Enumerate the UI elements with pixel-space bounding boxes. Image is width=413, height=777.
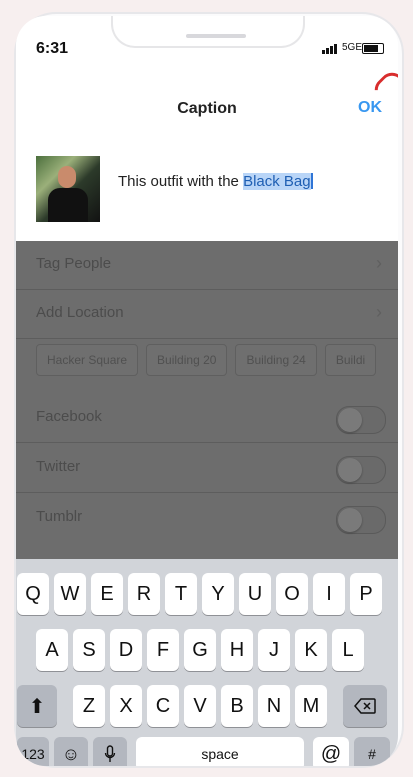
key-j[interactable]: J bbox=[258, 629, 290, 671]
key-i[interactable]: I bbox=[313, 573, 345, 615]
share-row-tumblr: Tumblr bbox=[16, 494, 398, 542]
add-location-label: Add Location bbox=[36, 304, 124, 321]
status-bar: 6:31 5GE bbox=[16, 16, 398, 78]
key-g[interactable]: G bbox=[184, 629, 216, 671]
caption-nav-bar: Caption OK bbox=[16, 86, 398, 137]
post-thumbnail bbox=[36, 156, 100, 222]
key-s[interactable]: S bbox=[73, 629, 105, 671]
phone-screen: 6:31 5GE Caption OK This outfit with the… bbox=[16, 16, 398, 766]
share-label: Twitter bbox=[36, 458, 81, 475]
shift-key[interactable]: ⬆ bbox=[17, 685, 57, 727]
key-w[interactable]: W bbox=[54, 573, 86, 615]
microphone-icon bbox=[104, 745, 116, 762]
network-type: 5GE bbox=[342, 42, 363, 53]
key-h[interactable]: H bbox=[221, 629, 253, 671]
key-k[interactable]: K bbox=[295, 629, 327, 671]
key-u[interactable]: U bbox=[239, 573, 271, 615]
location-suggestions: Hacker Square Building 20 Building 24 Bu… bbox=[36, 344, 377, 376]
location-chip[interactable]: Building 24 bbox=[235, 344, 317, 376]
key-e[interactable]: E bbox=[91, 573, 123, 615]
speaker-grille bbox=[186, 34, 246, 38]
location-chip[interactable]: Building 20 bbox=[146, 344, 228, 376]
key-v[interactable]: V bbox=[184, 685, 216, 727]
emoji-key[interactable]: ☺ bbox=[54, 737, 88, 766]
key-d[interactable]: D bbox=[110, 629, 142, 671]
numbers-key[interactable]: 123 bbox=[17, 737, 49, 766]
space-key[interactable]: space bbox=[136, 737, 304, 766]
notch bbox=[111, 16, 305, 48]
key-f[interactable]: F bbox=[147, 629, 179, 671]
shift-icon: ⬆ bbox=[28, 695, 46, 718]
key-q[interactable]: Q bbox=[17, 573, 49, 615]
location-chip[interactable]: Hacker Square bbox=[36, 344, 139, 376]
at-key[interactable]: @ bbox=[313, 737, 349, 766]
backspace-icon bbox=[354, 698, 376, 714]
options-overlay: Tag People › Add Location › Hacker Squar… bbox=[16, 241, 398, 559]
location-chip[interactable]: Buildi bbox=[324, 344, 377, 376]
key-c[interactable]: C bbox=[147, 685, 179, 727]
battery-icon bbox=[362, 43, 384, 54]
tag-people-label: Tag People bbox=[36, 255, 112, 272]
page-title: Caption bbox=[177, 100, 237, 117]
caption-selected-text: Black Bag bbox=[243, 173, 311, 190]
key-x[interactable]: X bbox=[110, 685, 142, 727]
text-cursor bbox=[310, 173, 313, 189]
twitter-toggle[interactable] bbox=[336, 456, 386, 484]
chevron-right-icon: › bbox=[376, 253, 382, 273]
key-l[interactable]: L bbox=[332, 629, 364, 671]
caption-input[interactable]: This outfit with the Black Bag bbox=[118, 173, 313, 190]
emoji-icon: ☺ bbox=[61, 743, 81, 764]
add-location-row[interactable]: Add Location › bbox=[16, 290, 398, 339]
share-label: Facebook bbox=[36, 408, 102, 425]
key-b[interactable]: B bbox=[221, 685, 253, 727]
tag-people-row[interactable]: Tag People › bbox=[16, 241, 398, 290]
ok-button[interactable]: OK bbox=[358, 99, 382, 117]
tumblr-toggle[interactable] bbox=[336, 506, 386, 534]
microphone-key[interactable] bbox=[93, 737, 127, 766]
share-row-twitter: Twitter bbox=[16, 444, 398, 493]
caption-text: This outfit with the bbox=[118, 173, 244, 190]
keyboard: Q W E R T Y U O I P A S D F G H J K L ⬆ … bbox=[16, 559, 398, 766]
caption-compose: This outfit with the Black Bag bbox=[16, 136, 398, 241]
hash-key[interactable]: # bbox=[354, 737, 390, 766]
share-row-facebook: Facebook bbox=[16, 394, 398, 443]
key-r[interactable]: R bbox=[128, 573, 160, 615]
share-label: Tumblr bbox=[36, 508, 83, 525]
key-a[interactable]: A bbox=[36, 629, 68, 671]
signal-icon bbox=[322, 44, 337, 54]
key-m[interactable]: M bbox=[295, 685, 327, 727]
backspace-key[interactable] bbox=[343, 685, 387, 727]
facebook-toggle[interactable] bbox=[336, 406, 386, 434]
key-p[interactable]: P bbox=[350, 573, 382, 615]
status-time: 6:31 bbox=[36, 40, 69, 57]
key-z[interactable]: Z bbox=[73, 685, 105, 727]
key-y[interactable]: Y bbox=[202, 573, 234, 615]
key-o[interactable]: O bbox=[276, 573, 308, 615]
chevron-right-icon: › bbox=[376, 302, 382, 322]
key-t[interactable]: T bbox=[165, 573, 197, 615]
key-n[interactable]: N bbox=[258, 685, 290, 727]
